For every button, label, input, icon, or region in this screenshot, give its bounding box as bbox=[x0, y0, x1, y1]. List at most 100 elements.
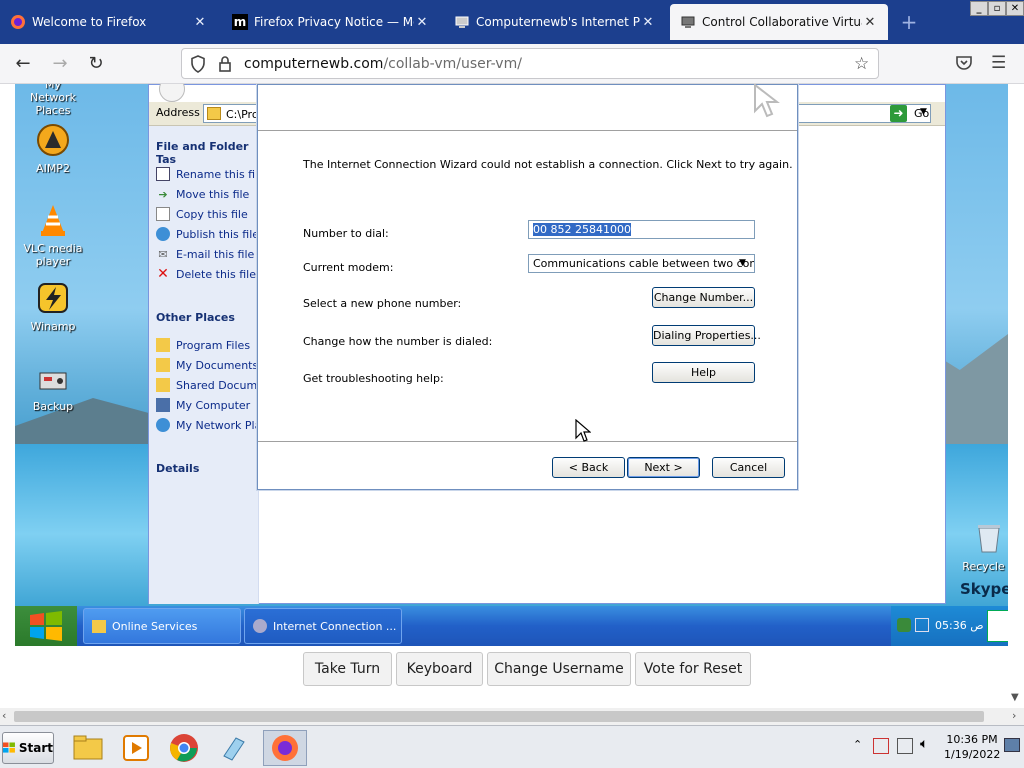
desktop-icon-label: Recycle B bbox=[962, 560, 1008, 573]
tab-control-collaborative-vm[interactable]: Control Collaborative Virtual Machi ✕ bbox=[670, 4, 888, 40]
desktop-icon-recycle-bin[interactable]: Recycle B bbox=[949, 520, 1008, 573]
menu-icon[interactable]: ☰ bbox=[991, 53, 1006, 73]
change-dialing-label: Change how the number is dialed: bbox=[303, 335, 493, 348]
number-to-dial-label: Number to dial: bbox=[303, 227, 389, 240]
vm-screen[interactable]: My Network Places AIMP2 VLC media player… bbox=[15, 84, 1008, 646]
notes-app-icon[interactable] bbox=[212, 730, 256, 766]
shield-icon[interactable] bbox=[190, 55, 206, 77]
place-program-files[interactable]: Program Files bbox=[156, 338, 250, 352]
close-icon[interactable]: ✕ bbox=[640, 15, 656, 30]
back-button[interactable] bbox=[159, 84, 185, 102]
task-copy[interactable]: Copy this file bbox=[156, 207, 248, 221]
tray-flag-icon[interactable] bbox=[873, 738, 889, 754]
chrome-app-icon[interactable] bbox=[162, 730, 206, 766]
mozilla-m-icon: m bbox=[232, 14, 248, 30]
task-move[interactable]: ➔ Move this file bbox=[156, 187, 249, 201]
tab-label: Computernewb's Internet Pub Hub bbox=[476, 15, 640, 29]
guest-task-internet-connection[interactable]: Internet Connection ... bbox=[244, 608, 402, 644]
tasks-heading: File and Folder Tas bbox=[156, 140, 249, 166]
cancel-button[interactable]: Cancel bbox=[712, 457, 785, 478]
forward-arrow-icon[interactable]: → bbox=[48, 52, 72, 76]
task-delete[interactable]: ✕ Delete this file bbox=[156, 266, 256, 282]
restore-button[interactable]: ▫ bbox=[988, 1, 1006, 16]
place-my-computer[interactable]: My Computer bbox=[156, 398, 250, 412]
place-my-network-places[interactable]: My Network Plac bbox=[156, 418, 267, 432]
keyboard-button[interactable]: Keyboard bbox=[396, 652, 483, 686]
internet-connection-wizard-dialog[interactable]: The Internet Connection Wizard could not… bbox=[257, 84, 798, 490]
delete-x-icon: ✕ bbox=[157, 266, 169, 282]
go-arrow-icon[interactable]: ➜ bbox=[890, 105, 907, 122]
start-label: Start bbox=[18, 741, 53, 755]
pocket-icon[interactable] bbox=[955, 54, 973, 76]
host-time: 10:36 PM bbox=[946, 733, 998, 746]
vote-for-reset-button[interactable]: Vote for Reset bbox=[635, 652, 751, 686]
scroll-left-arrow-icon[interactable]: ‹ bbox=[2, 709, 6, 722]
url-bar[interactable]: computernewb.com/collab-vm/user-vm/ ☆ bbox=[181, 48, 879, 79]
browser-tab-bar: Welcome to Firefox ✕ m Firefox Privacy N… bbox=[0, 0, 1024, 44]
close-icon[interactable]: ✕ bbox=[192, 15, 208, 30]
change-username-button[interactable]: Change Username bbox=[487, 652, 631, 686]
mouse-cursor-icon bbox=[575, 418, 592, 447]
back-arrow-icon[interactable]: ← bbox=[11, 52, 35, 76]
chevron-up-icon[interactable]: ⌃ bbox=[853, 738, 862, 751]
guest-task-online-services[interactable]: Online Services bbox=[83, 608, 241, 644]
host-start-button[interactable]: Start bbox=[2, 732, 54, 764]
go-button[interactable]: Go bbox=[914, 107, 929, 120]
task-pane: File and Folder Tas Rename this file ➔ Mo… bbox=[149, 126, 271, 604]
tab-welcome-to-firefox[interactable]: Welcome to Firefox ✕ bbox=[0, 4, 218, 40]
windows-logo-icon bbox=[30, 611, 62, 641]
place-shared-documents[interactable]: Shared Documen bbox=[156, 378, 271, 392]
desktop-icon-aimp2[interactable]: AIMP2 bbox=[15, 122, 93, 175]
media-player-app-icon[interactable] bbox=[114, 730, 158, 766]
horizontal-scrollbar[interactable]: ‹ › bbox=[0, 708, 1024, 725]
guest-start-button[interactable] bbox=[15, 606, 77, 646]
folder-icon bbox=[207, 107, 221, 120]
skype-tray-icon[interactable] bbox=[987, 610, 1008, 642]
new-tab-button[interactable]: + bbox=[898, 12, 920, 34]
url-path: /collab-vm/user-vm/ bbox=[383, 56, 522, 72]
chevron-down-icon: ▼ bbox=[739, 258, 746, 268]
url-domain: computernewb.com bbox=[244, 56, 384, 72]
number-to-dial-input[interactable]: 00 852 25841000 bbox=[528, 220, 755, 239]
desktop-icon-my-network-places[interactable]: My Network Places bbox=[15, 84, 93, 117]
host-clock[interactable]: 10:36 PM 1/19/2022 bbox=[944, 732, 1000, 762]
tab-label: Welcome to Firefox bbox=[32, 15, 147, 29]
task-rename[interactable]: Rename this file bbox=[156, 167, 265, 181]
next-button[interactable]: Next > bbox=[627, 457, 700, 478]
tab-firefox-privacy-notice[interactable]: m Firefox Privacy Notice — Mozilla ✕ bbox=[222, 4, 440, 40]
firefox-app-icon[interactable] bbox=[263, 730, 307, 766]
file-explorer-app-icon[interactable] bbox=[66, 730, 110, 766]
host-date: 1/19/2022 bbox=[944, 748, 1001, 761]
desktop-icon-backup[interactable]: Backup bbox=[15, 360, 93, 413]
tray-network-icon[interactable] bbox=[897, 738, 913, 754]
tab-computernewb-pub-hub[interactable]: Computernewb's Internet Pub Hub ✕ bbox=[444, 4, 666, 40]
tray-network-icon[interactable] bbox=[915, 618, 929, 632]
close-icon[interactable]: ✕ bbox=[862, 15, 878, 30]
scrollbar-thumb[interactable] bbox=[14, 711, 984, 722]
help-button[interactable]: Help bbox=[652, 362, 755, 383]
volume-icon[interactable]: 🔈︎ bbox=[920, 736, 928, 752]
task-publish[interactable]: Publish this file t bbox=[156, 227, 267, 241]
close-window-button[interactable]: ✕ bbox=[1006, 1, 1024, 16]
desktop-icon-label: My Network Places bbox=[30, 84, 76, 117]
take-turn-button[interactable]: Take Turn bbox=[303, 652, 392, 686]
change-number-button[interactable]: Change Number... bbox=[652, 287, 755, 308]
scroll-right-arrow-icon[interactable]: › bbox=[1012, 709, 1016, 722]
bookmark-star-icon[interactable]: ☆ bbox=[854, 54, 869, 74]
tray-app-icon[interactable] bbox=[897, 618, 911, 632]
close-icon[interactable]: ✕ bbox=[414, 15, 430, 30]
minimize-button[interactable]: _ bbox=[970, 1, 988, 16]
lock-icon[interactable] bbox=[218, 55, 232, 77]
place-my-documents[interactable]: My Documents bbox=[156, 358, 258, 372]
reload-icon[interactable]: ↻ bbox=[84, 52, 108, 76]
scroll-down-arrow-icon[interactable]: ▼ bbox=[1011, 692, 1019, 703]
desktop-icon-label: Winamp bbox=[30, 320, 76, 333]
desktop-icon-winamp[interactable]: Winamp bbox=[15, 280, 93, 333]
dialing-properties-button[interactable]: Dialing Properties... bbox=[652, 325, 761, 346]
desktop-icon-vlc[interactable]: VLC media player bbox=[15, 202, 93, 268]
envelope-icon: ✉ bbox=[158, 247, 168, 261]
current-modem-select[interactable]: Communications cable between two comp ▼ bbox=[528, 254, 755, 273]
show-desktop-icon[interactable] bbox=[1004, 738, 1020, 752]
task-email[interactable]: ✉ E-mail this file bbox=[156, 247, 254, 261]
back-button[interactable]: < Back bbox=[552, 457, 625, 478]
